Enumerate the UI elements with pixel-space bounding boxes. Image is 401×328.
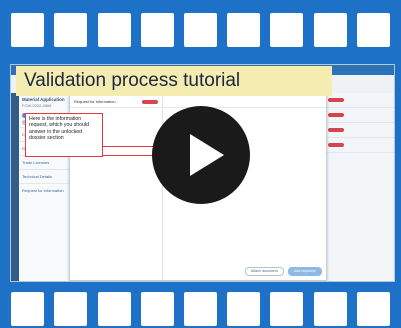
film-hole bbox=[183, 13, 217, 47]
status-badge bbox=[328, 143, 344, 147]
play-icon bbox=[190, 134, 224, 176]
film-strip-bottom bbox=[0, 284, 401, 328]
dialog-footer: Attach document Add response bbox=[244, 267, 322, 276]
status-badge bbox=[142, 99, 158, 104]
right-panel-row bbox=[324, 138, 394, 153]
status-badge bbox=[328, 98, 344, 102]
status-badge bbox=[328, 113, 344, 117]
play-button[interactable] bbox=[152, 106, 250, 204]
film-hole bbox=[270, 13, 304, 47]
right-panel-row bbox=[324, 93, 394, 108]
film-hole bbox=[97, 292, 131, 326]
right-panel bbox=[323, 93, 394, 281]
film-hole bbox=[11, 292, 45, 326]
video-thumbnail[interactable]: Material Application FCW-2022-0666 Conta… bbox=[0, 0, 401, 328]
right-panel-row bbox=[324, 123, 394, 138]
film-hole bbox=[140, 13, 174, 47]
tutorial-callout: Here is the information request, which y… bbox=[25, 113, 103, 157]
dialog-header-label: Request for information bbox=[74, 99, 116, 104]
film-hole bbox=[356, 292, 390, 326]
film-hole bbox=[356, 13, 390, 47]
film-hole bbox=[227, 13, 261, 47]
status-badge bbox=[328, 128, 344, 132]
left-nav-rail bbox=[11, 93, 19, 281]
film-hole bbox=[11, 13, 45, 47]
film-hole bbox=[313, 292, 347, 326]
video-title: Validation process tutorial bbox=[16, 66, 332, 96]
film-hole bbox=[54, 292, 88, 326]
attach-document-button[interactable]: Attach document bbox=[244, 267, 284, 276]
film-hole bbox=[183, 292, 217, 326]
film-hole bbox=[97, 13, 131, 47]
film-hole bbox=[54, 13, 88, 47]
film-hole bbox=[227, 292, 261, 326]
right-panel-row bbox=[324, 108, 394, 123]
film-hole bbox=[140, 292, 174, 326]
film-strip-top bbox=[0, 4, 401, 56]
dialog-header: Request for information bbox=[70, 96, 162, 108]
film-hole bbox=[313, 13, 347, 47]
add-response-button[interactable]: Add response bbox=[287, 267, 322, 276]
film-hole bbox=[270, 292, 304, 326]
